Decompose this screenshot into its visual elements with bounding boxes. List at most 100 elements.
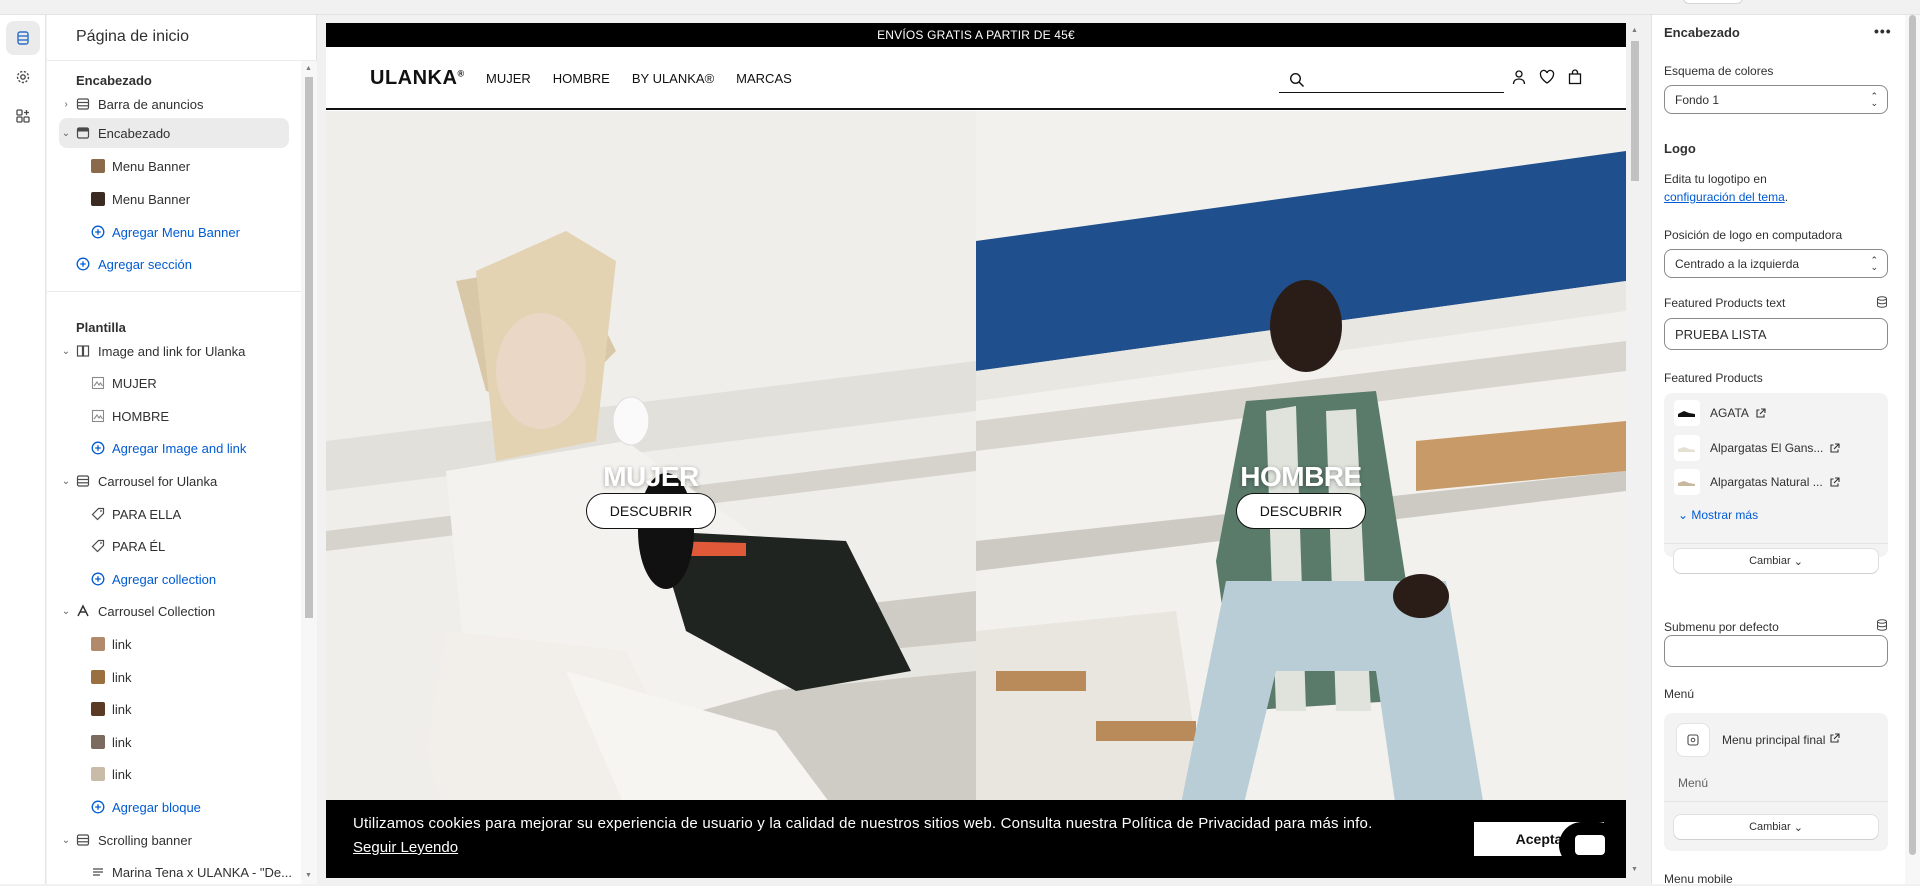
product-name: AGATA [1710, 406, 1749, 420]
add-label: Agregar sección [98, 256, 192, 272]
submenu-input[interactable] [1664, 635, 1888, 667]
tree-item-header[interactable]: ⌄ Encabezado [59, 118, 289, 148]
tree-item-link[interactable]: link [47, 759, 301, 789]
tree-item-carrousel[interactable]: ⌄ Carrousel for Ulanka [47, 466, 301, 496]
chevron-down-icon[interactable]: ⌄ [60, 605, 72, 617]
heart-icon[interactable] [1539, 69, 1555, 85]
add-menu-banner-button[interactable]: Agregar Menu Banner [47, 217, 301, 247]
chevron-down-icon[interactable]: ⌄ [60, 834, 72, 846]
scroll-down-arrow[interactable]: ▼ [305, 872, 312, 879]
scrollbar-thumb[interactable] [1909, 15, 1916, 855]
plus-circle-icon [91, 441, 105, 455]
hero-panel-hombre[interactable]: HOMBRE DESCUBRIR [976, 111, 1626, 878]
sections-panel: Página de inicio Encabezado › Barra de a… [47, 15, 317, 884]
tree-item-menu-banner[interactable]: Menu Banner [47, 184, 301, 214]
chat-icon [1575, 835, 1605, 855]
dynamic-source-icon[interactable] [1876, 619, 1888, 631]
add-collection-button[interactable]: Agregar collection [47, 564, 301, 594]
product-item[interactable]: Alpargatas El Gans... [1674, 434, 1840, 462]
tree-item-link[interactable]: link [47, 662, 301, 692]
external-link-icon[interactable] [1829, 476, 1840, 488]
preview-scrollbar[interactable]: ▲ ▼ [1627, 23, 1643, 878]
preview-frame: ENVÍOS GRATIS A PARTIR DE 45€ ULANKA® MU… [326, 23, 1626, 878]
account-icon[interactable] [1511, 69, 1527, 85]
image-thumbnail [91, 767, 105, 781]
store-logo[interactable]: ULANKA® [370, 67, 465, 90]
change-menu-button[interactable]: Cambiar ⌄ [1674, 815, 1878, 839]
select-value: Centrado a la izquierda [1675, 256, 1800, 271]
tree-item-label: Marina Tena x ULANKA - "De... [112, 864, 292, 880]
tree-item-scrolling-banner[interactable]: ⌄ Scrolling banner [47, 825, 301, 855]
featured-products-label: Featured Products [1664, 371, 1763, 385]
featured-products-card: AGATA Alpargatas El Gans... Alpargatas N… [1664, 393, 1888, 573]
button-label: Cambiar [1749, 555, 1791, 567]
tree-item-menu-banner[interactable]: Menu Banner [47, 151, 301, 181]
show-more-link[interactable]: ⌄ Mostrar más [1678, 508, 1758, 522]
tree-item-link[interactable]: link [47, 727, 301, 757]
nav-item-by-ulanka[interactable]: BY ULANKA® [632, 71, 714, 86]
tree-item-link[interactable]: link [47, 694, 301, 724]
discover-button-mujer[interactable]: DESCUBRIR [586, 493, 716, 529]
dynamic-source-icon[interactable] [1876, 296, 1888, 308]
tree-item-para-ella[interactable]: PARA ELLA [47, 499, 301, 529]
bag-icon[interactable] [1567, 69, 1583, 85]
left-scrollbar[interactable]: ▲ ▼ [301, 61, 317, 884]
scrollbar-thumb[interactable] [305, 77, 313, 618]
product-item[interactable]: Alpargatas Natural ... [1674, 468, 1840, 496]
sections-rail-button[interactable] [6, 21, 40, 55]
tree-item-label: Menu Banner [112, 158, 191, 174]
apps-rail-button[interactable] [6, 99, 40, 133]
external-link-icon[interactable] [1755, 407, 1766, 419]
chevron-down-icon[interactable]: ⌄ [60, 127, 72, 139]
nav-item-hombre[interactable]: HOMBRE [553, 71, 610, 86]
external-link-icon[interactable] [1829, 442, 1840, 454]
change-products-button[interactable]: Cambiar ⌄ [1674, 549, 1878, 573]
nav-item-mujer[interactable]: MUJER [486, 71, 531, 86]
featured-text-input[interactable]: PRUEBA LISTA [1664, 318, 1888, 350]
settings-rail-button[interactable] [6, 60, 40, 94]
tree-item-announcement-bar[interactable]: › Barra de anuncios [47, 89, 301, 119]
template-group-title: Plantilla [76, 320, 126, 335]
menu-label: Menú [1664, 687, 1695, 701]
chevron-down-icon[interactable]: ⌄ [60, 345, 72, 357]
tree-item-carrousel-collection[interactable]: ⌄ Carrousel Collection [47, 596, 301, 626]
scroll-down-arrow[interactable]: ▼ [1631, 866, 1638, 873]
cookie-read-more-link[interactable]: Seguir Leyendo [353, 839, 458, 856]
image-thumbnail [91, 702, 105, 716]
right-scrollbar[interactable] [1905, 15, 1920, 884]
add-section-button[interactable]: Agregar sección [47, 249, 301, 279]
scroll-up-arrow[interactable]: ▲ [305, 65, 312, 72]
scrollbar-thumb[interactable] [1631, 41, 1639, 181]
scroll-up-arrow[interactable]: ▲ [1631, 27, 1638, 34]
menu-name-row[interactable]: Menu principal final [1722, 733, 1840, 747]
chevron-down-icon[interactable]: ⌄ [60, 475, 72, 487]
tree-item-label: HOMBRE [112, 408, 170, 424]
hero-panel-mujer[interactable]: MUJER DESCUBRIR [326, 111, 976, 878]
tree-item-hombre[interactable]: HOMBRE [47, 401, 301, 431]
tree-item-mujer[interactable]: MUJER [47, 368, 301, 398]
external-link-icon[interactable] [1829, 733, 1840, 744]
settings-panel: Encabezado ••• Esquema de colores Fondo … [1651, 15, 1905, 886]
tree-item-link[interactable]: link [47, 629, 301, 659]
theme-settings-link[interactable]: configuración del tema [1664, 190, 1785, 204]
announcement-bar[interactable]: ENVÍOS GRATIS A PARTIR DE 45€ [326, 23, 1626, 47]
image-section-icon [76, 345, 90, 357]
nav-item-marcas[interactable]: MARCAS [736, 71, 792, 86]
image-thumbnail [91, 159, 105, 173]
logo-position-select[interactable]: Centrado a la izquierda ⌃ ⌄ [1664, 249, 1888, 278]
add-image-and-link-button[interactable]: Agregar Image and link [47, 433, 301, 463]
chat-button[interactable] [1559, 822, 1621, 868]
color-scheme-select[interactable]: Fondo 1 ⌃ ⌄ [1664, 85, 1888, 114]
more-actions-button[interactable]: ••• [1874, 23, 1892, 39]
tree-item-image-and-link[interactable]: ⌄ Image and link for Ulanka [47, 336, 301, 366]
tree-item-label: Carrousel for Ulanka [98, 473, 218, 489]
search-input[interactable] [1279, 67, 1504, 93]
discover-button-hombre[interactable]: DESCUBRIR [1236, 493, 1366, 529]
block-icon [91, 376, 105, 390]
tree-item-scrolling-text[interactable]: Marina Tena x ULANKA - "De... [47, 857, 301, 884]
chevron-right-icon[interactable]: › [60, 98, 72, 110]
site-header: ULANKA® MUJER HOMBRE BY ULANKA® MARCAS [326, 47, 1626, 110]
tree-item-para-el[interactable]: PARA ÉL [47, 531, 301, 561]
add-block-button[interactable]: Agregar bloque [47, 792, 301, 822]
product-item[interactable]: AGATA [1674, 399, 1766, 427]
